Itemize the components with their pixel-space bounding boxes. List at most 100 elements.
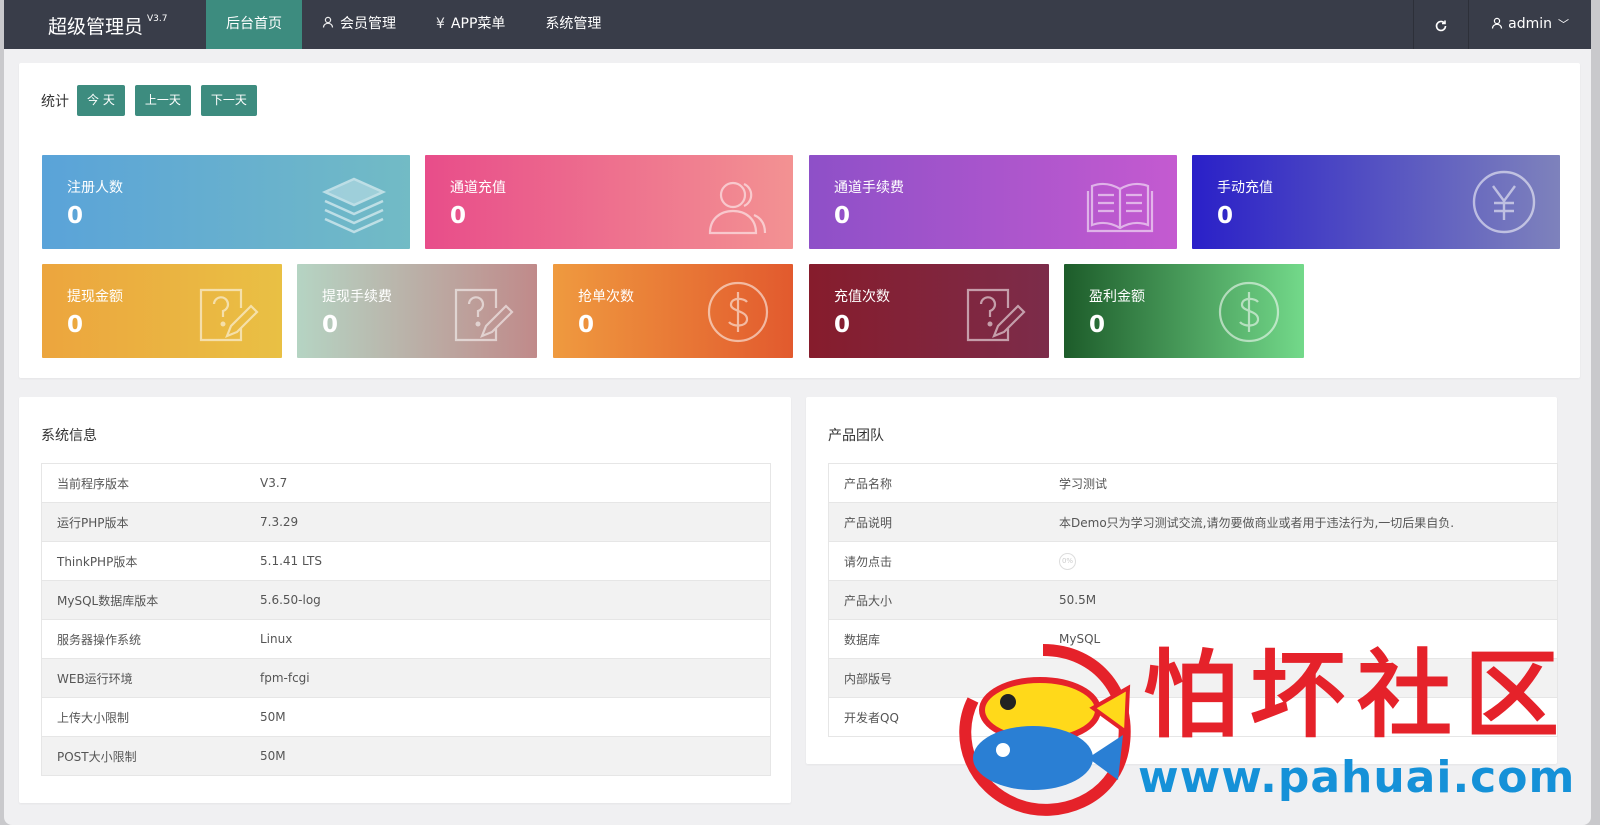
stat-card-registrations: 注册人数 0 [42, 155, 410, 249]
product-team-table: 产品名称 学习测试 产品说明 本Demo只为学习测试交流,请勿要做商业或者用于违法行… [828, 463, 1558, 737]
prev-day-button[interactable]: 上一天 [134, 85, 191, 116]
table-row: 请勿点击 0% [829, 542, 1557, 581]
row-value: Linux [260, 632, 293, 646]
table-row: 服务器操作系统 Linux [42, 620, 770, 659]
row-key: 产品说明 [844, 515, 893, 530]
user-menu[interactable]: admin ﹀ [1469, 0, 1591, 49]
refresh-icon [1434, 15, 1448, 34]
yen-circle-icon [1472, 170, 1536, 234]
stat-card-value: 0 [67, 312, 84, 338]
row-key: 数据库 [844, 632, 881, 647]
nav-system-label: 系统管理 [545, 16, 602, 32]
row-value: 本Demo只为学习测试交流,请勿要做商业或者用于违法行为,一切后果自负. [1059, 515, 1455, 530]
row-value: 5.1.41 LTS [260, 554, 322, 568]
stat-card-withdraw-amount: 提现金额 0 [42, 264, 282, 358]
nav-members-label: 会员管理 [340, 16, 396, 32]
stat-card-label: 通道充值 [450, 180, 506, 196]
stat-card-profit: 盈利金额 0 [1064, 264, 1304, 358]
table-row: ThinkPHP版本 5.1.41 LTS [42, 542, 770, 581]
refresh-button[interactable] [1413, 0, 1470, 49]
stat-card-recharge-count: 充值次数 0 [809, 264, 1049, 358]
stat-card-channel-fee: 通道手续费 0 [809, 155, 1177, 249]
book-icon [1086, 182, 1154, 233]
row-value: V3.7 [260, 476, 288, 490]
layers-icon [321, 177, 387, 234]
nav-home-label: 后台首页 [226, 16, 282, 32]
user-icon [322, 16, 334, 32]
row-key: 产品大小 [844, 593, 893, 608]
app-logo[interactable]: 超级管理员 V3.7 [48, 12, 168, 39]
user-name: admin [1508, 16, 1552, 32]
dollar-circle-icon [707, 281, 769, 343]
nav-app-menu-label: APP菜单 [450, 16, 506, 32]
stat-card-value: 0 [578, 312, 595, 338]
table-row: 内部版号 [829, 659, 1557, 698]
row-value: 50M [260, 710, 286, 724]
stats-panel: 统计 今 天 上一天 下一天 注册人数 0 通道充值 0 通道手续费 0 手动充… [19, 63, 1580, 378]
row-key: 服务器操作系统 [57, 632, 142, 647]
stat-card-grab-orders: 抢单次数 0 [553, 264, 793, 358]
table-row: MySQL数据库版本 5.6.50-log [42, 581, 770, 620]
stat-card-label: 提现金额 [67, 289, 123, 305]
row-value: MySQL [1059, 632, 1101, 646]
stats-label: 统计 [41, 93, 69, 110]
stat-card-value: 0 [322, 312, 339, 338]
row-value: 学习测试 [1059, 476, 1108, 491]
table-row: 开发者QQ 1111 [829, 698, 1557, 737]
nav-members[interactable]: 会员管理 [302, 0, 416, 49]
progress-badge[interactable]: 0% [1059, 553, 1076, 570]
top-right-tools: admin ﹀ [1413, 0, 1591, 49]
row-key: MySQL数据库版本 [57, 593, 159, 608]
app-version: V3.7 [147, 14, 168, 24]
chevron-down-icon: ﹀ [1558, 18, 1569, 31]
system-info-table: 当前程序版本 V3.7 运行PHP版本 7.3.29 ThinkPHP版本 5.1.4… [41, 463, 771, 776]
stats-toolbar: 统计 今 天 上一天 下一天 [41, 85, 267, 116]
row-value: fpm-fcgi [260, 671, 310, 685]
stat-card-label: 注册人数 [67, 180, 123, 196]
stat-card-channel-recharge: 通道充值 0 [425, 155, 793, 249]
nav-system[interactable]: 系统管理 [525, 0, 621, 49]
table-row: 产品说明 本Demo只为学习测试交流,请勿要做商业或者用于违法行为,一切后果自负. [829, 503, 1557, 542]
table-row: POST大小限制 50M [42, 737, 770, 776]
system-info-panel: 系统信息 当前程序版本 V3.7 运行PHP版本 7.3.29 ThinkPHP版本… [19, 397, 791, 803]
note-edit-icon [966, 288, 1026, 342]
row-value: 50.5M [1059, 593, 1097, 607]
stat-card-label: 盈利金额 [1089, 289, 1145, 305]
stat-card-label: 通道手续费 [834, 180, 904, 196]
note-edit-icon [199, 288, 259, 342]
table-row: 当前程序版本 V3.7 [42, 464, 770, 503]
table-row: 产品名称 学习测试 [829, 464, 1557, 503]
product-team-title: 产品团队 [828, 428, 884, 444]
stat-card-value: 0 [834, 203, 851, 229]
stat-card-value: 0 [450, 203, 467, 229]
row-value: 1111 [1059, 710, 1090, 724]
stat-card-value: 0 [1089, 312, 1106, 338]
row-key: ThinkPHP版本 [57, 554, 138, 569]
stat-card-value: 0 [834, 312, 851, 338]
dollar-circle-icon [1218, 281, 1280, 343]
system-info-title: 系统信息 [41, 428, 97, 444]
table-row: WEB运行环境 fpm-fcgi [42, 659, 770, 698]
stat-card-label: 提现手续费 [322, 289, 392, 305]
today-button[interactable]: 今 天 [77, 85, 125, 116]
product-team-panel: 产品团队 产品名称 学习测试 产品说明 本Demo只为学习测试交流,请勿要做商业或者… [806, 397, 1558, 764]
next-day-button[interactable]: 下一天 [200, 85, 257, 116]
row-key: POST大小限制 [57, 749, 137, 764]
table-row: 运行PHP版本 7.3.29 [42, 503, 770, 542]
row-key: 内部版号 [844, 671, 893, 686]
stat-card-label: 手动充值 [1217, 180, 1273, 196]
user-icon [1491, 16, 1508, 32]
row-key: WEB运行环境 [57, 671, 133, 686]
row-key: 当前程序版本 [57, 476, 130, 491]
stat-card-manual-recharge: 手动充值 0 [1192, 155, 1560, 249]
table-row: 数据库 MySQL [829, 620, 1557, 659]
row-value: 7.3.29 [260, 515, 299, 529]
stat-card-value: 0 [67, 203, 84, 229]
nav-app-menu[interactable]: ¥ APP菜单 [416, 0, 525, 49]
nav-home[interactable]: 后台首页 [206, 0, 302, 49]
main-nav: 后台首页 会员管理 ¥ APP菜单 系统管理 [206, 0, 621, 49]
app-title: 超级管理员 [48, 16, 144, 38]
stat-card-label: 充值次数 [834, 289, 890, 305]
stat-card-value: 0 [1217, 203, 1234, 229]
stat-card-label: 抢单次数 [578, 289, 634, 305]
